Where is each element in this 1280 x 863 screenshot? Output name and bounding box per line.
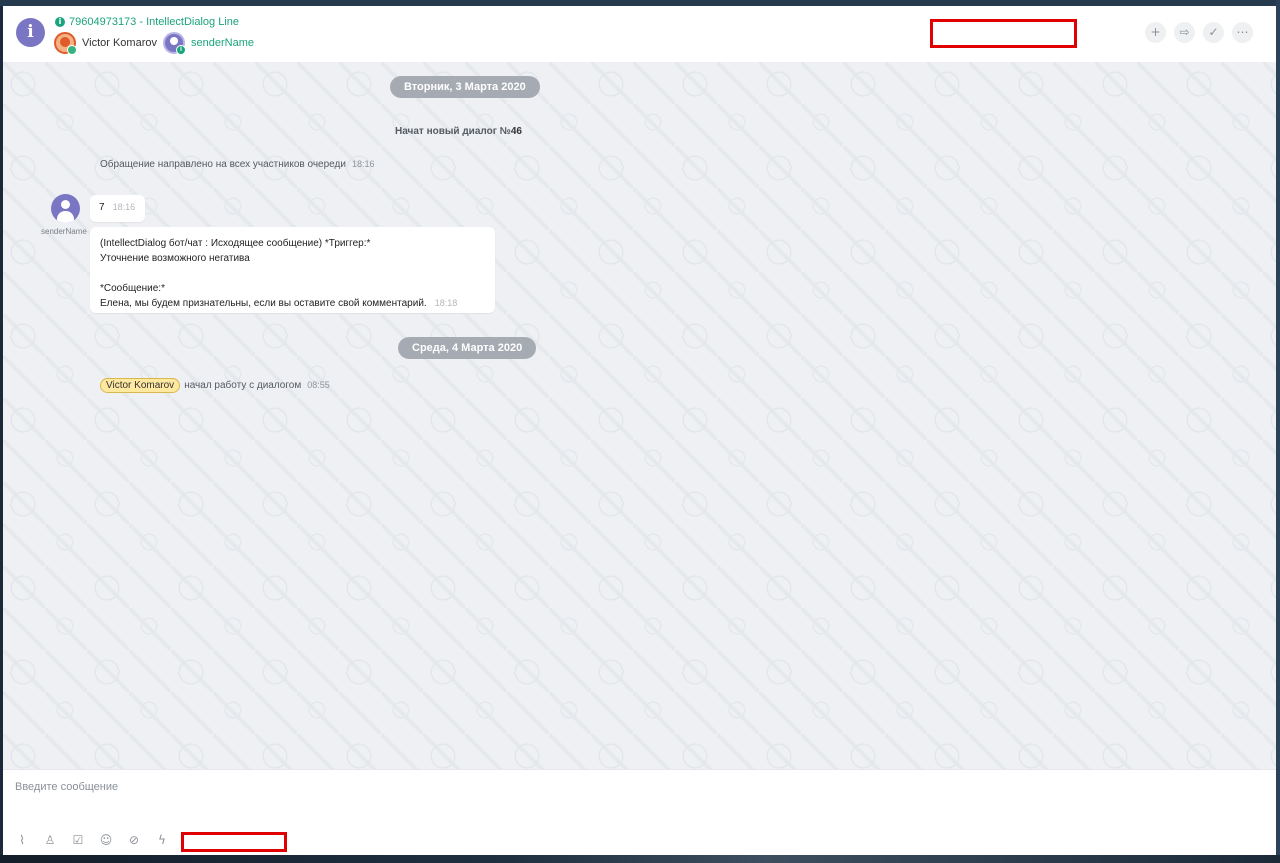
info-dot-icon: i xyxy=(55,17,65,27)
client-info-badge-icon: i xyxy=(176,45,186,55)
chat-window: i i 79604973173 - IntellectDialog Line V… xyxy=(3,6,1276,855)
operator-name[interactable]: Victor Komarov xyxy=(82,37,157,49)
sender-avatar[interactable] xyxy=(51,194,80,223)
operator-tag[interactable]: Victor Komarov xyxy=(100,378,181,393)
redacted-area xyxy=(930,19,1077,48)
date-separator: Среда, 4 Марта 2020 xyxy=(398,337,537,359)
dialog-number: 46 xyxy=(510,126,522,137)
new-dialog-text: Начат новый диалог № xyxy=(395,126,511,137)
desktop-background-right xyxy=(1276,0,1280,863)
message-text: 7 xyxy=(99,202,105,213)
operator-joined-notice: Victor Komarov начал работу с диалогом 08:… xyxy=(100,377,330,393)
user-icon[interactable]: ♙ xyxy=(43,833,57,847)
message-last-line: Елена, мы будем признательны, если вы ос… xyxy=(100,296,485,311)
message-line: Елена, мы будем признательны, если вы ос… xyxy=(100,298,427,309)
new-dialog-notice: Начат новый диалог №46 xyxy=(395,126,522,137)
smile-icon[interactable]: ☺ xyxy=(99,833,113,847)
lightning-icon[interactable]: ϟ xyxy=(155,833,169,847)
message-bubble[interactable]: 7 18:16 xyxy=(90,195,146,222)
queue-notice-text: Обращение направлено на всех участников … xyxy=(100,159,346,170)
paperclip-icon[interactable]: ⌇ xyxy=(15,833,29,847)
desktop-background-bottom xyxy=(0,855,1280,863)
participants: Victor Komarov i senderName xyxy=(54,32,254,55)
user-body-icon xyxy=(57,211,74,223)
redacted-area xyxy=(181,832,287,852)
message-composer: ⌇ ♙ ☑ ☺ ⊘ ϟ xyxy=(3,769,1276,855)
info-icon[interactable]: i xyxy=(16,18,45,47)
message-line: (IntellectDialog бот/чат : Исходящее соо… xyxy=(100,238,371,249)
line-title-text: 79604973173 - IntellectDialog Line xyxy=(69,16,240,28)
eye-off-icon[interactable]: ⊘ xyxy=(127,833,141,847)
checkbox-icon[interactable]: ☑ xyxy=(71,833,85,847)
queue-notice: Обращение направлено на всех участников … xyxy=(100,159,374,170)
header-actions: + ⇨ ✓ ⋯ xyxy=(1145,22,1253,43)
operator-avatar[interactable] xyxy=(54,32,77,55)
queue-notice-time: 18:16 xyxy=(351,159,375,169)
chat-header: i i 79604973173 - IntellectDialog Line V… xyxy=(3,6,1276,62)
more-icon[interactable]: ⋯ xyxy=(1232,22,1253,43)
message-time: 18:16 xyxy=(112,202,136,212)
online-badge-icon xyxy=(67,45,77,55)
transfer-icon[interactable]: ⇨ xyxy=(1174,22,1195,43)
message-line-blank xyxy=(100,266,485,281)
message-area[interactable]: Вторник, 3 Марта 2020 Начат новый диалог… xyxy=(3,62,1276,769)
operator-action-text: начал работу с диалогом xyxy=(184,380,302,391)
check-circle-icon[interactable]: ✓ xyxy=(1203,22,1224,43)
operator-action-time: 08:55 xyxy=(307,380,330,390)
user-head-icon xyxy=(61,200,70,209)
sender-label: senderName xyxy=(41,227,87,236)
message-bubble[interactable]: (IntellectDialog бот/чат : Исходящее соо… xyxy=(90,227,495,313)
composer-toolbar: ⌇ ♙ ☑ ☺ ⊘ ϟ xyxy=(15,833,169,847)
plus-icon[interactable]: + xyxy=(1145,22,1166,43)
message-line: *Сообщение:* xyxy=(100,283,165,294)
client-avatar[interactable]: i xyxy=(163,32,186,55)
date-separator: Вторник, 3 Марта 2020 xyxy=(390,76,540,98)
client-name[interactable]: senderName xyxy=(191,37,254,49)
message-line: Уточнение возможного негатива xyxy=(100,253,250,264)
line-title[interactable]: i 79604973173 - IntellectDialog Line xyxy=(55,15,239,29)
message-input[interactable] xyxy=(15,778,1255,796)
message-time: 18:18 xyxy=(434,298,458,308)
